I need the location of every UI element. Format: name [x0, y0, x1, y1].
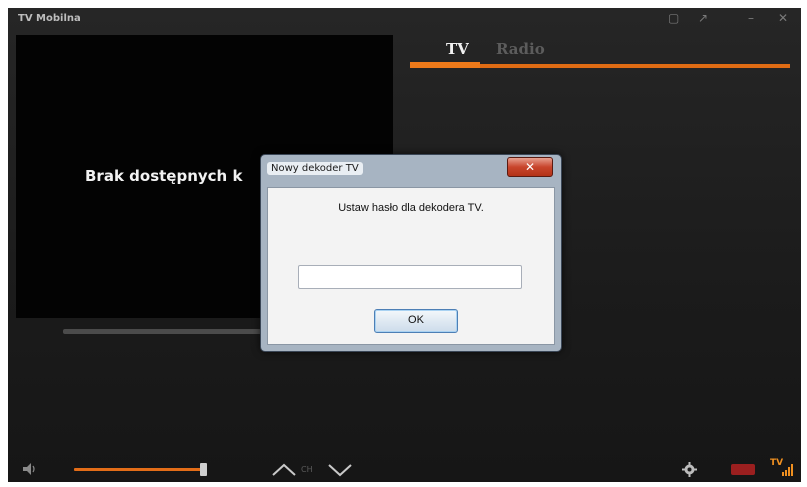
- password-input[interactable]: [298, 265, 522, 289]
- tab-active-indicator: [410, 62, 480, 68]
- tab-radio[interactable]: Radio: [496, 40, 545, 58]
- tab-tv[interactable]: TV: [446, 40, 469, 58]
- tv-signal-logo[interactable]: TV: [768, 458, 794, 478]
- channel-label: CH: [301, 465, 313, 474]
- channel-up-icon[interactable]: [271, 463, 297, 477]
- ok-button[interactable]: OK: [374, 309, 458, 333]
- channel-down-icon[interactable]: [327, 463, 353, 477]
- minimize-to-tray-icon[interactable]: ▢: [668, 11, 679, 25]
- new-decoder-dialog: Nowy dekoder TV ✕ Ustaw hasło dla dekode…: [260, 154, 562, 352]
- minimize-icon[interactable]: –: [748, 11, 754, 25]
- seek-bar[interactable]: [63, 329, 268, 334]
- speaker-icon[interactable]: [22, 462, 38, 476]
- record-icon[interactable]: [731, 464, 755, 475]
- dialog-message: Ustaw hasło dla dekodera TV.: [338, 202, 484, 214]
- title-bar: TV Mobilna ▢ ↗ – ✕: [8, 8, 801, 30]
- control-bar: CH TV: [8, 456, 801, 482]
- app-window: TV Mobilna ▢ ↗ – ✕ Brak dostępnych k TV …: [8, 8, 801, 482]
- tab-bar: TV Radio: [410, 38, 790, 70]
- volume-slider[interactable]: [74, 468, 202, 471]
- dialog-body: Ustaw hasło dla dekodera TV. OK: [267, 187, 555, 345]
- gear-icon[interactable]: [682, 462, 697, 477]
- signal-icon: [782, 464, 793, 476]
- close-icon[interactable]: ✕: [778, 11, 788, 25]
- dialog-title: Nowy dekoder TV: [267, 162, 363, 175]
- no-channels-message: Brak dostępnych k: [85, 167, 243, 185]
- dialog-title-bar: Nowy dekoder TV ✕: [261, 155, 561, 181]
- channel-navigator: CH: [271, 461, 355, 479]
- app-title: TV Mobilna: [18, 13, 81, 24]
- dialog-close-button[interactable]: ✕: [507, 157, 553, 177]
- volume-knob[interactable]: [200, 463, 207, 476]
- fullscreen-icon[interactable]: ↗: [698, 11, 708, 25]
